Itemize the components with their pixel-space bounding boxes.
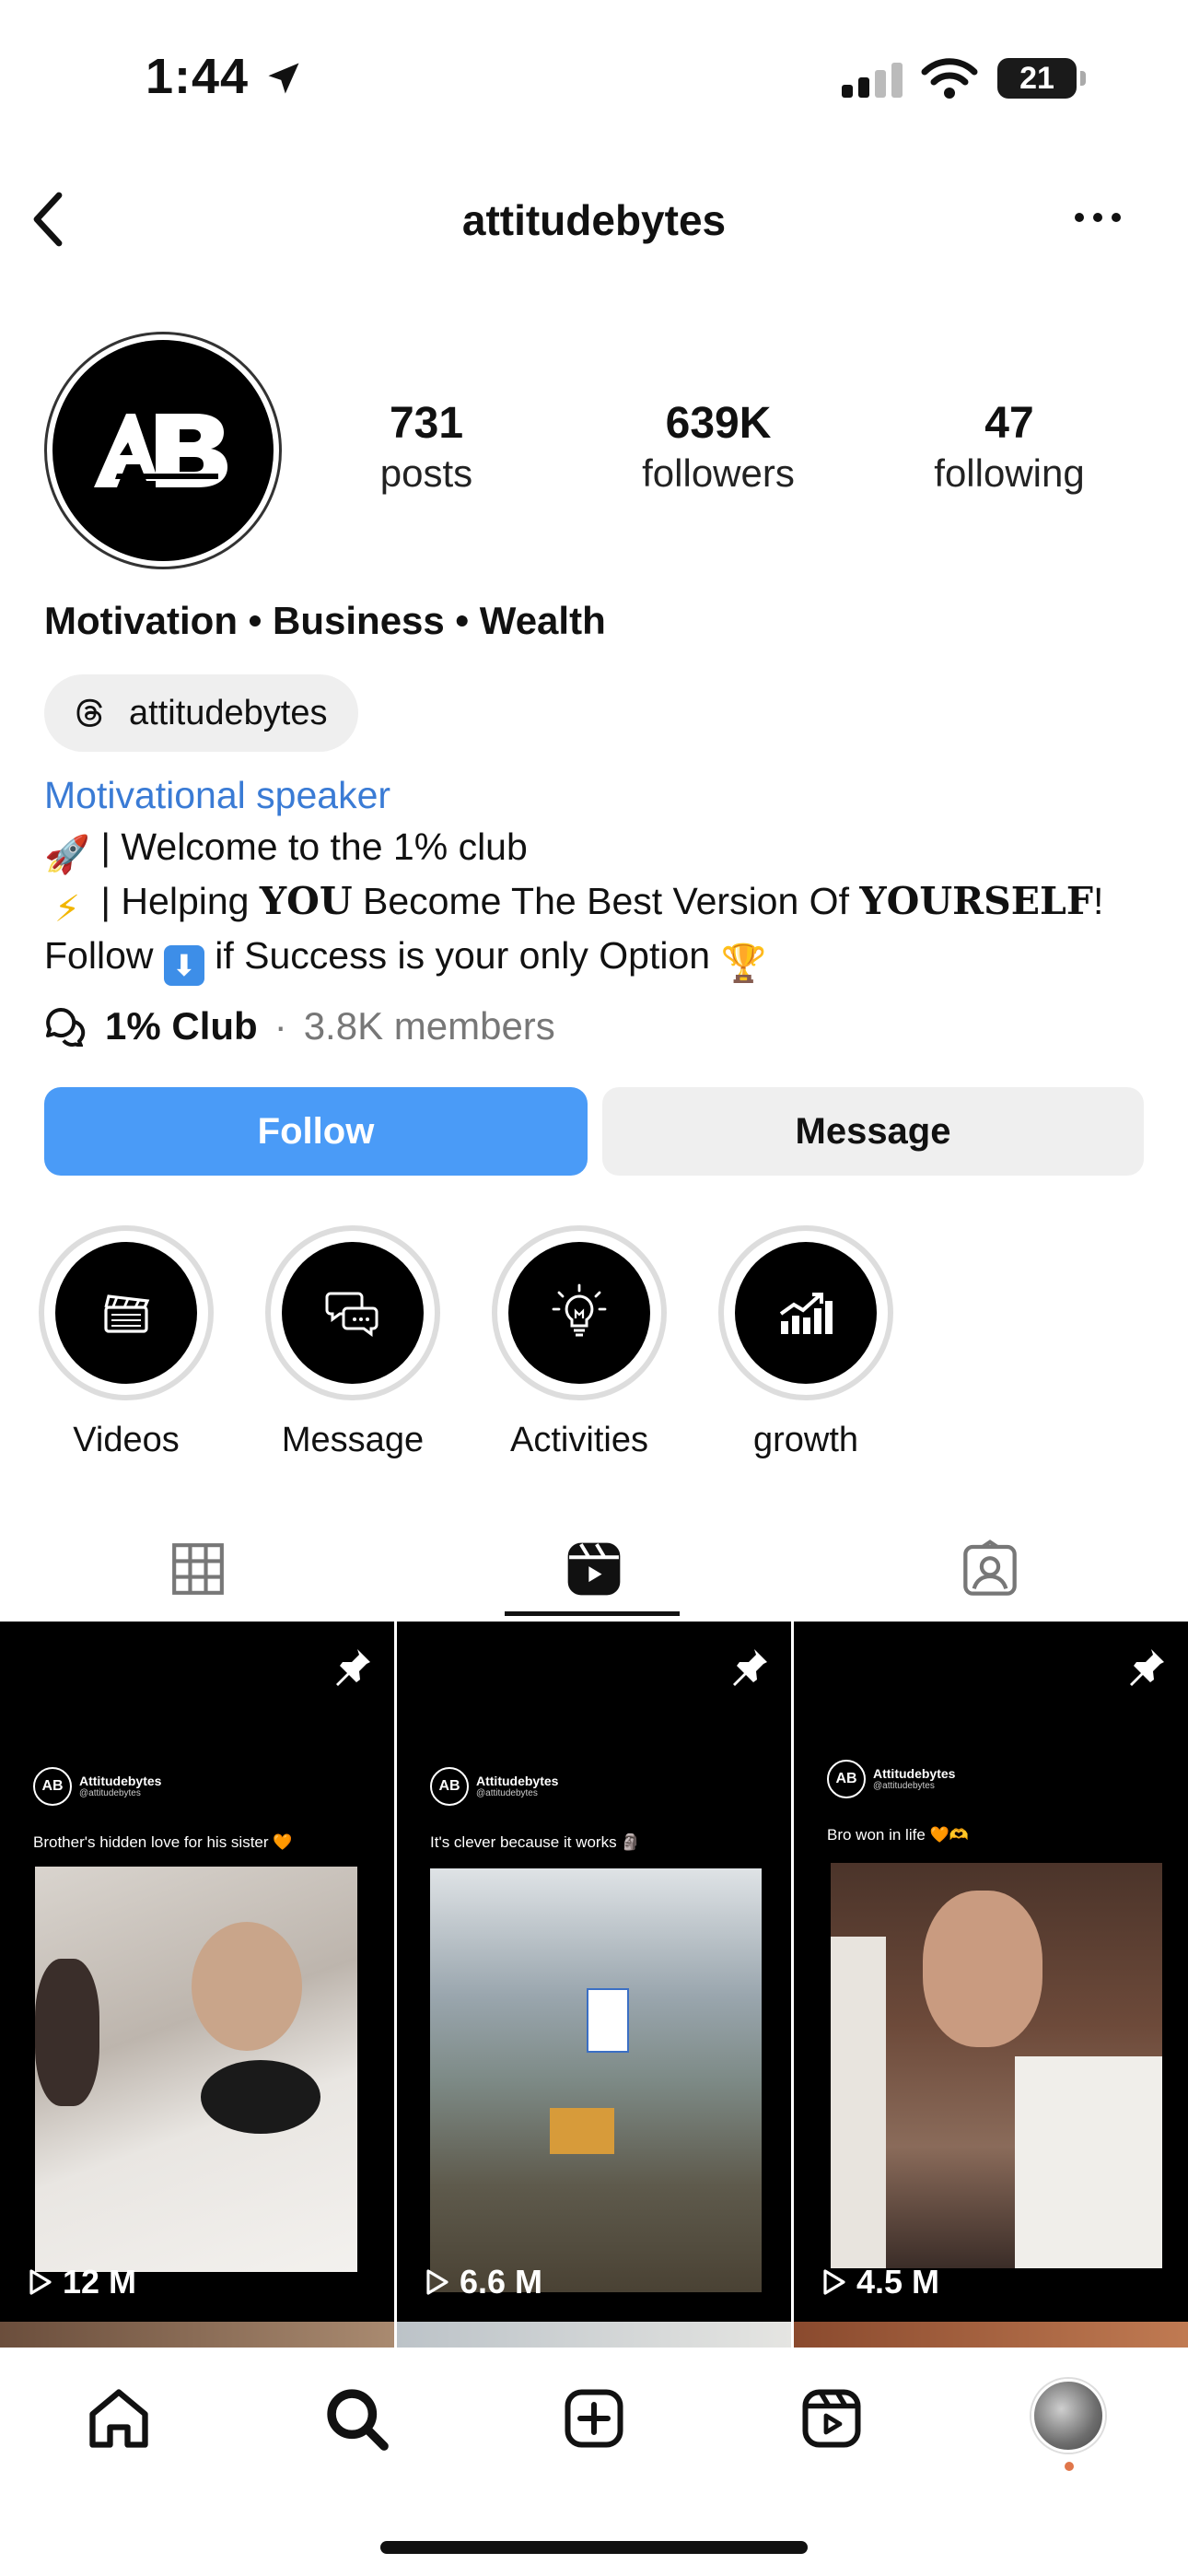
play-icon [426,2269,448,2295]
reel-views: 6.6 M [421,2263,542,2301]
follow-button[interactable]: Follow [44,1087,588,1176]
threads-icon [76,698,102,727]
reel-views: 4.5 M [818,2263,939,2301]
grid-icon [172,1543,224,1595]
highlight-message[interactable]: Message [265,1225,440,1460]
wifi-icon [921,57,978,104]
message-button[interactable]: Message [602,1087,1144,1176]
pin-icon [1130,1649,1164,1686]
reel-thumbnail [35,1867,357,2272]
rocket-emoji: 🚀 [44,835,90,875]
cellular-signal-icon [842,63,904,104]
tagged-person-icon [963,1540,1017,1596]
broadcast-channel[interactable]: 1% Club · 3.8K members [44,1004,555,1048]
more-options-button[interactable] [1070,208,1125,231]
reel-thumbnail [430,1868,762,2292]
more-dots-icon [1075,213,1121,222]
trophy-emoji: 🏆 [720,943,767,984]
posts-count[interactable]: 731 posts [307,398,546,498]
followers-count[interactable]: 639K followers [599,398,838,498]
ab-logo [94,414,227,487]
next-row-preview [794,2322,1188,2349]
nav-home[interactable] [77,2377,160,2460]
down-arrow-emoji: ⬇ [163,945,204,986]
home-icon [89,2389,148,2448]
reel-thumbnail [831,1863,1162,2268]
tab-reels[interactable] [396,1520,792,1618]
growth-chart-icon [779,1293,833,1334]
search-icon [327,2389,389,2451]
status-time: 1:44 [146,48,304,105]
highlight-videos[interactable]: Videos [39,1225,214,1460]
reel-caption: Brother's hidden love for his sister 🧡 [33,1833,293,1851]
reel-views: 12 M [24,2263,136,2301]
profile-category: Motivation • Business • Wealth [44,599,606,642]
tab-grid[interactable] [0,1520,396,1618]
threads-link[interactable]: attitudebytes [44,674,359,752]
pin-icon [733,1649,767,1686]
clapperboard-icon [104,1294,150,1333]
tab-active-indicator [505,1611,680,1616]
location-arrow-icon [268,63,299,94]
reel-tile[interactable]: AB Attitudebytes @attitudebytes It's cleve… [397,1622,791,2322]
tab-tagged[interactable] [792,1520,1188,1618]
lightbulb-icon [552,1283,607,1337]
home-indicator [380,2541,808,2554]
reel-avatar: AB [827,1760,866,1798]
reel-tile[interactable]: AB Attitudebytes @attitudebytes Bro won in… [794,1622,1188,2322]
reels-icon [567,1542,621,1596]
chat-bubbles-icon [325,1292,379,1337]
add-post-icon [565,2389,623,2448]
reel-caption: Bro won in life 🧡🫶 [827,1826,969,1844]
reel-caption: It's clever because it works 🗿 [430,1833,641,1851]
following-count[interactable]: 47 following [890,398,1129,498]
nav-profile-avatar[interactable] [1031,2379,1105,2453]
reel-avatar: AB [430,1767,469,1806]
pin-icon [336,1649,370,1686]
channel-bubbles-icon [46,1007,86,1047]
nav-reels[interactable] [790,2377,873,2460]
lightning-emoji: ⚡ [53,889,81,930]
reels-nav-icon [802,2389,861,2448]
nav-create[interactable] [553,2377,635,2460]
play-icon [823,2269,845,2295]
reel-tile[interactable]: AB Attitudebytes @attitudebytes Brother's … [0,1622,394,2322]
play-icon [29,2269,52,2295]
highlight-activities[interactable]: Activities [492,1225,667,1460]
profile-username: attitudebytes [461,196,727,244]
next-row-preview [0,2322,394,2349]
battery-indicator: 21 [997,58,1086,99]
next-row-preview [397,2322,791,2349]
profession-label[interactable]: Motivational speaker [44,774,390,817]
reel-avatar: AB [33,1767,72,1806]
notification-dot [1065,2462,1074,2471]
profile-avatar[interactable] [44,332,282,569]
highlight-growth[interactable]: growth [718,1225,893,1460]
nav-search[interactable] [315,2377,398,2460]
bio-text: 🚀 | Welcome to the 1% club ⚡ | Helping Y… [44,825,1104,986]
